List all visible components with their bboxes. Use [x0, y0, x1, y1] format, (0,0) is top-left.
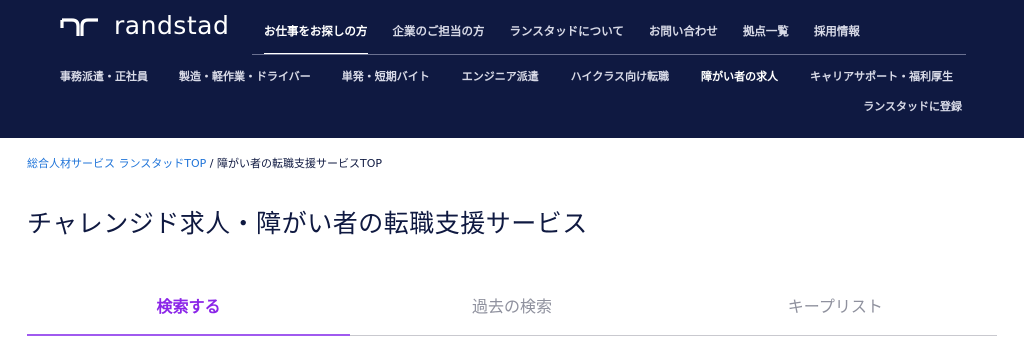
- sub-nav-engineer[interactable]: エンジニア派遣: [462, 69, 539, 85]
- top-nav-companies[interactable]: 企業のご担当の方: [393, 22, 485, 54]
- breadcrumb-home-link[interactable]: 総合人材サービス ランスタッドTOP: [27, 157, 206, 170]
- randstad-logo-icon: [60, 18, 98, 36]
- top-nav-contact[interactable]: お問い合わせ: [649, 22, 718, 54]
- page-title: チャレンジド求人・障がい者の転職支援サービス: [27, 209, 588, 238]
- top-nav-careers[interactable]: 採用情報: [814, 22, 860, 54]
- sub-nav-career-support[interactable]: キャリアサポート・福利厚生: [810, 69, 953, 85]
- sub-nav: 事務派遣・正社員 製造・軽作業・ドライバー 単発・短期バイト エンジニア派遣 ハ…: [60, 69, 953, 85]
- breadcrumb-separator: /: [209, 157, 214, 170]
- breadcrumb-current: 障がい者の転職支援サービスTOP: [217, 157, 383, 170]
- site-header: randstad お仕事をお探しの方 企業のご担当の方 ランスタッドについて お…: [0, 0, 1024, 138]
- tab-keep-list[interactable]: キープリスト: [674, 292, 997, 335]
- breadcrumb: 総合人材サービス ランスタッドTOP / 障がい者の転職支援サービスTOP: [27, 157, 382, 171]
- top-nav: お仕事をお探しの方 企業のご担当の方 ランスタッドについて お問い合わせ 拠点一…: [264, 22, 885, 55]
- search-tabs: 検索する 過去の検索 キープリスト: [27, 292, 997, 336]
- top-nav-job-seekers[interactable]: お仕事をお探しの方: [264, 22, 368, 55]
- top-nav-about[interactable]: ランスタッドについて: [510, 22, 624, 54]
- tab-past-searches[interactable]: 過去の検索: [350, 292, 673, 335]
- sub-nav-short-term[interactable]: 単発・短期バイト: [342, 69, 430, 85]
- logo-text: randstad: [114, 11, 230, 40]
- top-nav-locations[interactable]: 拠点一覧: [743, 22, 789, 54]
- header-divider: [252, 54, 966, 55]
- sub-nav-office-staffing[interactable]: 事務派遣・正社員: [60, 69, 148, 85]
- sub-nav-manufacturing[interactable]: 製造・軽作業・ドライバー: [179, 69, 311, 85]
- randstad-logo[interactable]: randstad: [60, 12, 229, 40]
- register-link[interactable]: ランスタッドに登録: [863, 99, 962, 115]
- tab-search[interactable]: 検索する: [27, 292, 351, 336]
- sub-nav-challenged[interactable]: 障がい者の求人: [701, 69, 778, 85]
- sub-nav-high-class[interactable]: ハイクラス向け転職: [571, 69, 669, 85]
